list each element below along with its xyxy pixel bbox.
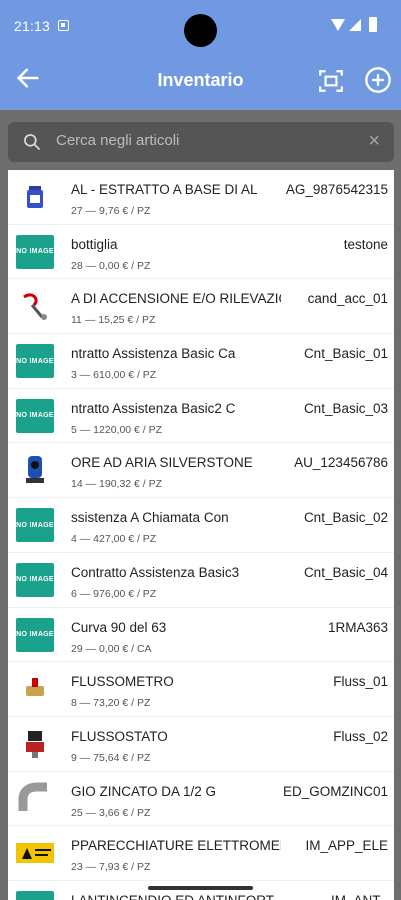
item-stock-price: 27 — 9,76 € / PZ — [71, 205, 151, 217]
list-item[interactable]: ORE AD ARIA SILVERSTONE AU_123456786 14 — … — [8, 443, 394, 499]
item-code: Cnt_Basic_03 — [303, 400, 388, 416]
item-stock-price: 28 — 0,00 € / PZ — [71, 259, 151, 272]
search-input[interactable]: Cerca negli articoli — [56, 132, 179, 149]
no-image-thumbnail: NO IMAGE — [16, 890, 54, 900]
list-item[interactable]: NO IMAGE ntratto Assistenza Basic2 C Cnt_B… — [8, 389, 394, 444]
item-stock-price: 3 — 610,00 € / PZ — [71, 369, 157, 382]
signal-icon — [349, 19, 361, 31]
item-name: LANTINCENDIO ED ANTINFORT — [71, 893, 281, 900]
item-code: Cnt_Basic_04 — [303, 564, 388, 580]
list-item[interactable]: NO IMAGE bottiglia testone 28 — 0,00 € / PZ — [8, 225, 394, 280]
add-circle-icon[interactable] — [364, 66, 392, 94]
item-name: GIO ZINCATO DA 1/2 G — [71, 783, 217, 799]
item-stock-price: 9 — 75,64 € / PZ — [71, 751, 151, 764]
item-stock-price: 14 — 190,32 € / PZ — [71, 478, 163, 491]
item-name: ORE AD ARIA SILVERSTONE — [71, 455, 253, 471]
igniter-thumbnail — [16, 289, 54, 323]
status-time: 21:13 — [14, 18, 51, 34]
item-code: 1RMA363 — [327, 619, 388, 635]
barcode-scan-icon[interactable] — [318, 68, 344, 94]
clear-icon[interactable]: × — [368, 130, 380, 153]
no-image-thumbnail: NO IMAGE — [16, 398, 54, 433]
item-code: AU_123456786 — [294, 455, 388, 471]
item-stock-price: 11 — 15,25 € / PZ — [71, 314, 156, 327]
item-code: cand_acc_01 — [307, 291, 388, 307]
app-bar: Inventario — [0, 52, 401, 110]
gesture-nav-bar[interactable] — [148, 886, 253, 890]
list-item[interactable]: FLUSSOSTATO Fluss_02 9 — 75,64 € / PZ — [8, 717, 394, 772]
item-name: ssistenza A Chiamata Con — [71, 510, 229, 526]
item-name: A DI ACCENSIONE E/O RILEVAZIO — [71, 291, 281, 307]
item-stock-price: 5 — 1220,00 € / PZ — [71, 423, 163, 436]
item-code: Cnt_Basic_02 — [303, 510, 388, 526]
item-name: FLUSSOSTATO — [71, 728, 168, 744]
item-code: IM_APP_ELE — [305, 838, 388, 854]
item-name: FLUSSOMETRO — [71, 674, 174, 690]
notification-icon — [58, 20, 69, 31]
no-image-thumbnail: NO IMAGE — [16, 617, 54, 652]
item-code: Fluss_01 — [333, 674, 388, 690]
list-item[interactable]: AL - ESTRATTO A BASE DI AL AG_9876542315 2… — [8, 170, 394, 225]
list-item[interactable]: PPARECCHIATURE ELETTROMED IM_APP_ELE 23 — … — [8, 826, 394, 881]
item-stock-price: 8 — 73,20 € / PZ — [71, 697, 151, 710]
wifi-icon — [331, 19, 345, 31]
item-name: Contratto Assistenza Basic3 — [71, 564, 240, 580]
item-stock-price: 6 — 976,00 € / PZ — [71, 587, 157, 600]
item-name: PPARECCHIATURE ELETTROMED — [71, 838, 281, 854]
search-bar[interactable]: Cerca negli articoli × — [8, 122, 394, 162]
item-stock-price: 25 — 3,66 € / PZ — [71, 806, 151, 819]
list-item[interactable]: A DI ACCENSIONE E/O RILEVAZIO cand_acc_01… — [8, 279, 394, 335]
item-code: Fluss_02 — [333, 728, 388, 744]
item-name: AL - ESTRATTO A BASE DI AL — [71, 182, 258, 197]
list-item[interactable]: FLUSSOMETRO Fluss_01 8 — 73,20 € / PZ — [8, 662, 394, 717]
battery-icon — [369, 17, 377, 32]
valve-thumbnail — [16, 672, 54, 706]
item-code: Cnt_Basic_01 — [303, 346, 388, 362]
no-image-thumbnail: NO IMAGE — [16, 508, 54, 543]
camera-cutout — [184, 14, 217, 47]
item-name: ntratto Assistenza Basic2 C — [71, 400, 236, 416]
item-stock-price: 29 — 0,00 € / CA — [71, 642, 152, 655]
list-item[interactable]: NO IMAGE ntratto Assistenza Basic Ca Cnt_B… — [8, 334, 394, 389]
item-stock-price: 23 — 7,93 € / PZ — [71, 861, 151, 874]
inventory-list: AL - ESTRATTO A BASE DI AL AG_9876542315 2… — [8, 170, 394, 900]
list-item[interactable]: NO IMAGE LANTINCENDIO ED ANTINFORT IM_ANT_ — [8, 881, 394, 900]
item-name: ntratto Assistenza Basic Ca — [71, 346, 236, 362]
search-icon — [24, 134, 41, 151]
no-image-thumbnail: NO IMAGE — [16, 234, 54, 269]
no-image-thumbnail: NO IMAGE — [16, 562, 54, 597]
item-name: Curva 90 del 63 — [71, 619, 167, 635]
sign-thumbnail — [16, 836, 54, 870]
item-code: IM_ANT_ — [331, 893, 388, 900]
list-item[interactable]: NO IMAGE Contratto Assistenza Basic3 Cnt_B… — [8, 553, 394, 608]
list-item[interactable]: NO IMAGE ssistenza A Chiamata Con Cnt_Basi… — [8, 498, 394, 553]
item-stock-price: 4 — 427,00 € / PZ — [71, 533, 157, 546]
elbow-thumbnail — [16, 782, 54, 816]
bottle-thumbnail — [16, 180, 54, 214]
no-image-thumbnail: NO IMAGE — [16, 344, 54, 379]
item-code: AG_9876542315 — [285, 182, 388, 197]
list-item[interactable]: NO IMAGE Curva 90 del 63 1RMA363 29 — 0,00 … — [8, 608, 394, 663]
item-code: testone — [343, 236, 388, 252]
item-name: bottiglia — [71, 236, 118, 252]
list-item[interactable]: GIO ZINCATO DA 1/2 G ED_GOMZINC01 25 — 3,6… — [8, 772, 394, 827]
compressor-thumbnail — [16, 453, 54, 487]
item-code: ED_GOMZINC01 — [282, 783, 388, 799]
flowswitch-thumbnail — [16, 727, 54, 761]
